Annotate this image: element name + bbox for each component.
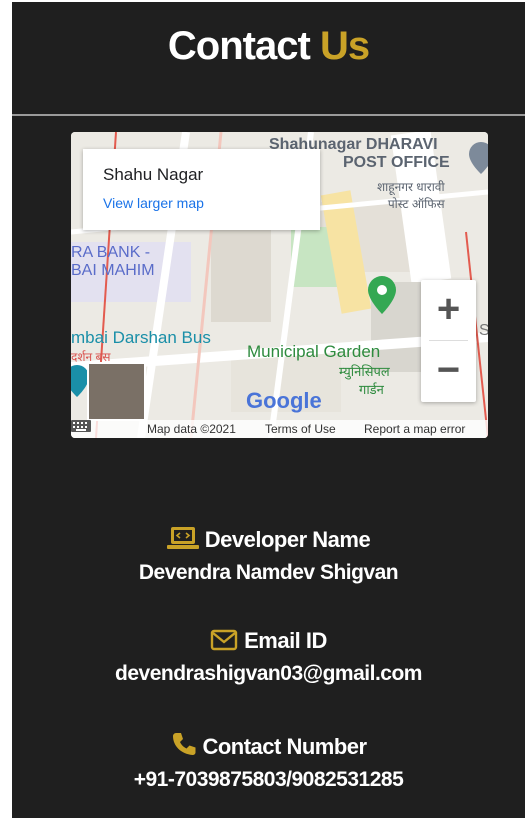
email-section: Email ID devendrashigvan03@gmail.com [12, 628, 525, 686]
terms-of-use-link[interactable]: Terms of Use [265, 422, 336, 436]
phone-label: Contact Number [202, 734, 367, 759]
map-info-card: Shahu Nagar View larger map [83, 149, 320, 230]
google-logo-text: Google [246, 388, 322, 413]
zoom-out-button[interactable]: − [421, 341, 476, 401]
email-address[interactable]: devendrashigvan03@gmail.com [12, 662, 525, 686]
map-label-bank-line1: RA BANK - [71, 244, 151, 261]
satellite-view-thumbnail[interactable] [87, 362, 146, 421]
page-title: Contact Us [12, 24, 525, 69]
map-attribution-bar: Map data ©2021 Terms of Use Report a map… [71, 420, 488, 438]
map-label-garden-hindi-line2: गार्डन [359, 382, 384, 397]
report-map-error-link[interactable]: Report a map error [364, 422, 465, 436]
phone-section: Contact Number +91-7039875803/9082531285 [12, 731, 525, 792]
map-label-edge: S [479, 322, 488, 339]
view-larger-map-link[interactable]: View larger map [103, 195, 204, 211]
page-header: Contact Us [12, 2, 525, 116]
developer-name: Devendra Namdev Shigvan [138, 561, 399, 584]
map-label-garden-line1: Municipal Garden [247, 342, 381, 361]
map-label-bank-line2: BAI MAHIM [71, 262, 155, 279]
title-word-us: Us [319, 24, 370, 68]
map-label-bank: RA BANK - BAI MAHIM [71, 244, 155, 280]
map-label-post-office-hindi: शाहूनगर धारावी पोस्ट ऑफिस [377, 178, 445, 212]
phone-heading: Contact Number [12, 731, 525, 760]
keyboard-shortcuts-icon[interactable] [71, 420, 91, 432]
zoom-in-button[interactable]: + [421, 280, 476, 340]
contact-panel: Contact Us Shahunagar DHARAVI POST OFFIC… [12, 2, 525, 818]
developer-heading: Developer Name [12, 526, 525, 553]
header-divider [12, 114, 525, 116]
map-label-bus-line1: mbai Darshan Bus [71, 328, 211, 347]
laptop-code-icon [166, 527, 199, 549]
phone-number[interactable]: +91-7039875803/9082531285 [12, 768, 525, 792]
title-word-contact: Contact [167, 24, 311, 68]
email-label: Email ID [244, 628, 327, 653]
phone-icon [173, 733, 196, 755]
envelope-icon [210, 629, 238, 651]
embedded-map[interactable]: Shahunagar DHARAVI POST OFFICE शाहूनगर ध… [71, 132, 488, 438]
map-label-post-office-line2: POST OFFICE [343, 154, 450, 171]
map-label-garden-hindi-line1: म्युनिसिपल [339, 364, 390, 379]
developer-section: Developer Name Devendra Namdev Shigvan [12, 526, 525, 585]
map-label-post-office-hindi-line1: शाहूनगर धारावी [377, 180, 445, 194]
map-label-bus: mbai Darshan Bus दर्शन बस [71, 328, 211, 365]
map-place-name: Shahu Nagar [103, 165, 204, 184]
developer-label: Developer Name [204, 527, 371, 552]
map-label-post-office-hindi-line2: पोस्ट ऑफिस [387, 197, 445, 211]
google-logo: Google [246, 388, 322, 414]
map-zoom-control: + − [421, 280, 476, 402]
email-heading: Email ID [12, 628, 525, 654]
map-data-text: Map data ©2021 [147, 422, 236, 436]
